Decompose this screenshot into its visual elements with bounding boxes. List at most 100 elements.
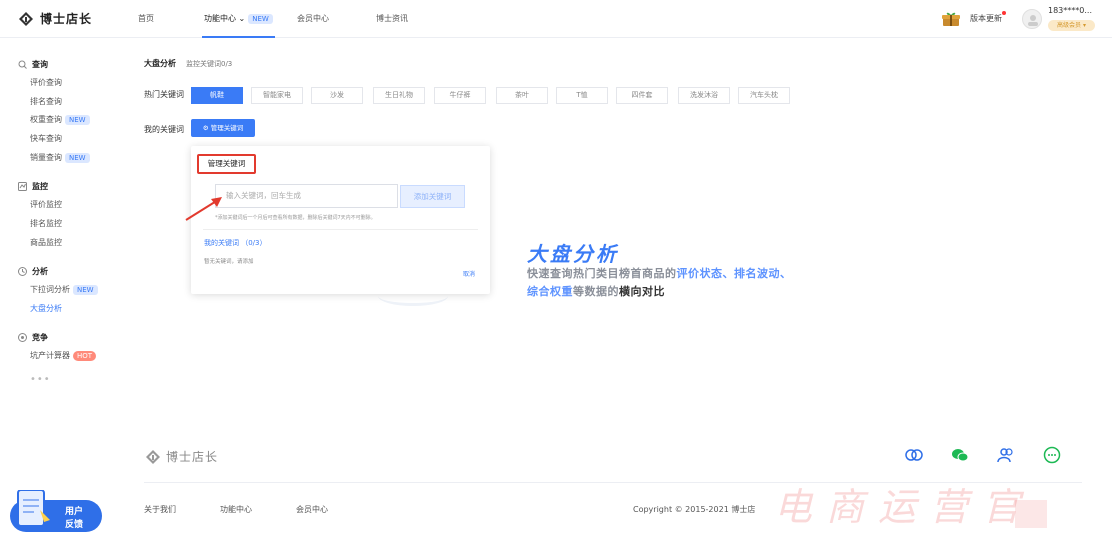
- monitor-icon: [18, 182, 27, 191]
- hot-keywords-label: 热门关键词: [144, 90, 184, 99]
- add-keyword-button[interactable]: 添加关键词: [400, 185, 465, 208]
- sidebar-item-label: 下拉词分析: [30, 285, 70, 294]
- user-feedback-button[interactable]: 用户 反馈: [10, 490, 102, 534]
- sidebar-item-review-monitor[interactable]: 评价监控: [30, 199, 62, 210]
- sidebar-item-express-query[interactable]: 快车查询: [30, 133, 62, 144]
- notification-dot: [1002, 11, 1006, 15]
- more-menu[interactable]: •••: [30, 374, 51, 385]
- gift-icon[interactable]: [942, 11, 960, 27]
- sidebar-item-weight-query[interactable]: 权重查询 NEW: [30, 114, 90, 125]
- my-keywords-label: 我的关键词: [144, 125, 184, 134]
- hot-tag[interactable]: 沙发: [311, 87, 363, 104]
- divider: [203, 229, 478, 230]
- clock-icon: [18, 267, 27, 276]
- sidebar-section-analysis[interactable]: 分析: [18, 266, 48, 277]
- popup-title: 管理关键词: [197, 154, 256, 174]
- sidebar-item-rank-query[interactable]: 排名查询: [30, 96, 62, 107]
- sidebar: 查询 评价查询 排名查询 权重查询 NEW 快车查询 销量查询 NEW 监控 评价监…: [0, 38, 116, 542]
- hot-tag[interactable]: 智能家电: [251, 87, 303, 104]
- sidebar-item-label: 销量查询: [30, 153, 62, 162]
- brand-name: 博士店长: [40, 12, 93, 26]
- hot-badge: HOT: [73, 350, 97, 361]
- hot-tag[interactable]: 四件套: [616, 87, 668, 104]
- nav-news[interactable]: 博士资讯: [376, 0, 408, 38]
- sidebar-section-label: 分析: [32, 267, 48, 276]
- nav-member-center[interactable]: 会员中心: [297, 0, 329, 38]
- new-badge: NEW: [65, 152, 90, 163]
- member-level-badge[interactable]: 高级会员 ▾: [1048, 20, 1095, 31]
- nav-feature-center[interactable]: 功能中心 ⌄ NEW: [202, 0, 275, 38]
- hot-tag[interactable]: 汽车头枕: [738, 87, 790, 104]
- footer-logo: 博士店长: [145, 448, 218, 465]
- sidebar-section-monitor[interactable]: 监控: [18, 181, 48, 192]
- weibo-icon[interactable]: [905, 446, 923, 464]
- sidebar-section-label: 竞争: [32, 333, 48, 342]
- keyword-counter: 监控关键词0/3: [186, 60, 233, 68]
- hot-tag[interactable]: T恤: [556, 87, 608, 104]
- copyright-text: Copyright © 2015-2021 博士店: [633, 505, 756, 514]
- hot-tag[interactable]: 生日礼物: [373, 87, 425, 104]
- new-badge: NEW: [73, 284, 98, 295]
- sidebar-item-pit-calculator[interactable]: 坑产计算器 HOT: [30, 350, 97, 361]
- nav-news-label: 博士资讯: [376, 14, 408, 23]
- feedback-label-2: 反馈: [65, 520, 84, 530]
- nav-member-center-label: 会员中心: [297, 14, 329, 23]
- sidebar-section-query[interactable]: 查询: [18, 59, 48, 70]
- hero-text: 快速查询热门类目榜首商品的: [527, 267, 677, 280]
- compete-icon: [18, 333, 27, 342]
- manage-keywords-button[interactable]: ⚙ 管理关键词: [191, 119, 255, 137]
- hero-highlight: 综合权重: [527, 285, 573, 298]
- sidebar-item-sales-query[interactable]: 销量查询 NEW: [30, 152, 90, 163]
- sidebar-item-label: 坑产计算器: [30, 351, 70, 360]
- version-update-label: 版本更新: [970, 14, 1002, 23]
- hero-line-2: 综合权重等数据的横向对比: [527, 283, 665, 299]
- search-icon: [18, 60, 27, 69]
- sidebar-section-competition[interactable]: 竞争: [18, 332, 48, 343]
- footer-brand-name: 博士店长: [166, 450, 219, 464]
- hot-tag[interactable]: 茶叶: [496, 87, 548, 104]
- nav-home-label: 首页: [138, 14, 154, 23]
- footer-link-about[interactable]: 关于我们: [144, 504, 176, 515]
- hero-bold: 横向对比: [619, 285, 665, 298]
- brand-logo[interactable]: 博士店长: [18, 10, 92, 27]
- hero-line-1: 快速查询热门类目榜首商品的评价状态、排名波动、: [527, 265, 792, 281]
- sidebar-item-market-analysis[interactable]: 大盘分析: [30, 303, 62, 314]
- brand-logo-icon: [146, 449, 160, 464]
- avatar[interactable]: [1022, 9, 1042, 29]
- hero-highlight: 评价状态、排名波动、: [676, 267, 792, 280]
- hero-title: 大盘分析: [527, 242, 619, 266]
- hot-tag[interactable]: 帆鞋: [191, 87, 243, 104]
- red-arrow-annotation: [185, 197, 222, 221]
- my-keywords-count: 我的关键词 （0/3）: [204, 239, 267, 247]
- top-navbar: 博士店长 首页 功能中心 ⌄ NEW 会员中心 博士资讯 版本更新 183****…: [0, 0, 1112, 38]
- footer-link-features[interactable]: 功能中心: [220, 504, 252, 515]
- manage-keywords-popup: 管理关键词 输入关键词，回车生成 添加关键词 *添加关键词后一个月后可查看所有数…: [191, 146, 490, 294]
- sidebar-item-review-query[interactable]: 评价查询: [30, 77, 62, 88]
- nav-home[interactable]: 首页: [138, 0, 154, 38]
- user-icon: [1028, 15, 1038, 26]
- version-update-link[interactable]: 版本更新: [970, 0, 1006, 38]
- chat-icon[interactable]: [1043, 446, 1061, 464]
- sidebar-section-label: 查询: [32, 60, 48, 69]
- user-phone[interactable]: 183****0...: [1048, 6, 1092, 15]
- hot-tag[interactable]: 牛仔裤: [434, 87, 486, 104]
- sidebar-section-label: 监控: [32, 182, 48, 191]
- empty-state-text: 暂无关键词，请添加: [204, 259, 254, 265]
- users-icon[interactable]: [997, 446, 1015, 464]
- nav-feature-center-label: 功能中心 ⌄: [204, 14, 246, 23]
- footer-link-membership[interactable]: 会员中心: [296, 504, 328, 515]
- feedback-icon: [10, 490, 102, 532]
- popup-hint: *添加关键词后一个月后可查看所有数据，删除后关键词7天内不可删除。: [215, 215, 376, 221]
- page-title: 大盘分析: [144, 59, 176, 68]
- brand-logo-icon: [19, 11, 33, 26]
- sidebar-item-dropdown-analysis[interactable]: 下拉词分析 NEW: [30, 284, 98, 295]
- wechat-icon[interactable]: [951, 446, 969, 464]
- hot-tag[interactable]: 洗发沐浴: [678, 87, 730, 104]
- keyword-input[interactable]: 输入关键词，回车生成: [215, 184, 398, 208]
- sidebar-item-rank-monitor[interactable]: 排名监控: [30, 218, 62, 229]
- watermark-text: 电商运营官: [774, 485, 1035, 529]
- hero-text: 等数据的: [573, 285, 619, 298]
- cancel-button[interactable]: 取消: [463, 269, 475, 278]
- sidebar-item-product-monitor[interactable]: 商品监控: [30, 237, 62, 248]
- sidebar-item-label: 权重查询: [30, 115, 62, 124]
